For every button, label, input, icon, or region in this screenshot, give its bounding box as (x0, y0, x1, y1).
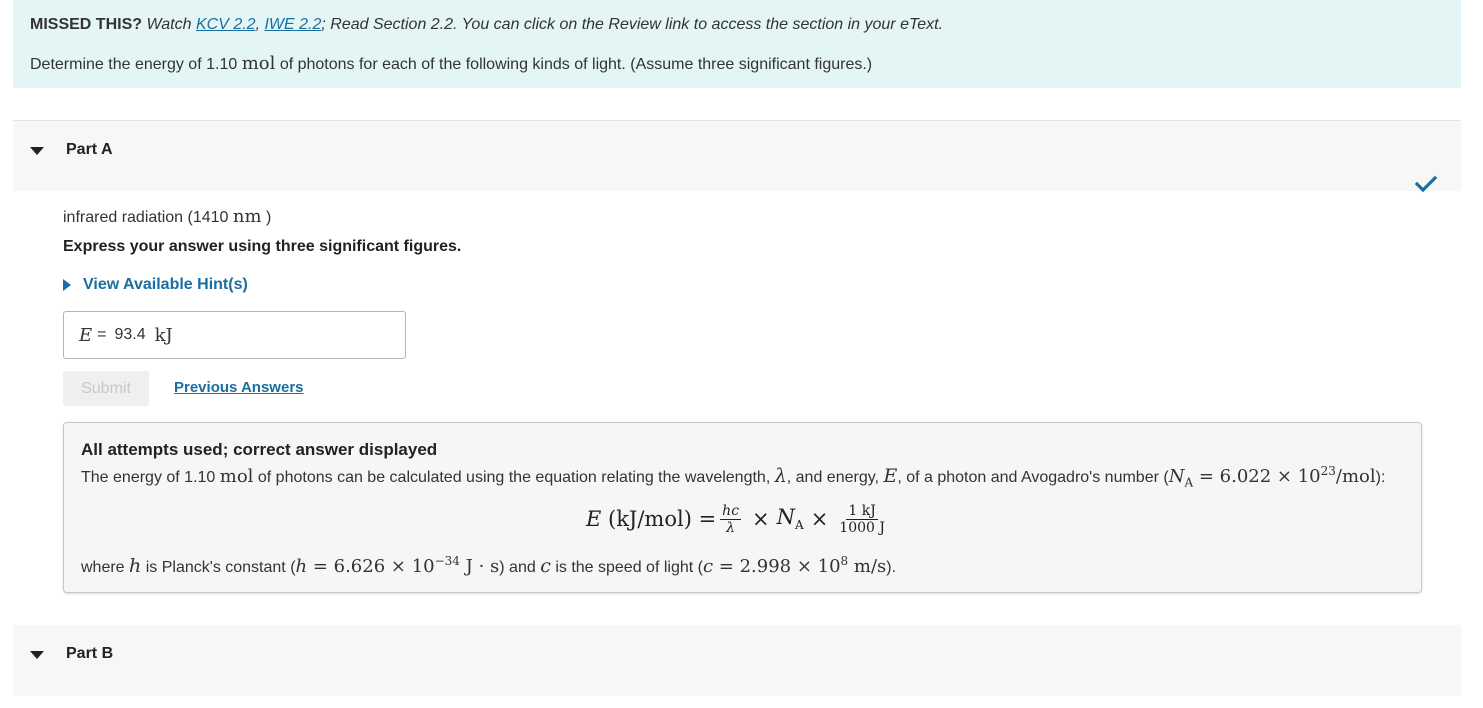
previous-answers-link[interactable]: Previous Answers (174, 379, 304, 396)
times-sign: × (752, 507, 770, 531)
watch-text: Watch (146, 16, 192, 33)
answer-unit: kJ (154, 324, 173, 346)
fb-text: where (81, 559, 125, 576)
correct-check-icon (1415, 175, 1437, 193)
feedback-explanation: The energy of 1.10 mol of photons can be… (81, 464, 1385, 490)
avogadro-expression: NA = 6.022 × 1023/mol (1168, 464, 1376, 490)
fb-lambda: λ (774, 465, 787, 487)
fraction-hc-over-lambda: hc λ (720, 502, 742, 536)
frac-denominator: λ (726, 519, 736, 536)
fb-text: ). (886, 559, 897, 576)
fraction-kj-over-j: 1 kJ 1000 J (839, 504, 885, 535)
iwe-link[interactable]: IWE 2.2 (264, 16, 321, 33)
prompt-post: ) (266, 209, 272, 226)
part-b-header[interactable]: Part B (13, 625, 1461, 696)
fb-text: is the speed of light ( (555, 559, 703, 576)
collapse-caret-icon[interactable] (30, 651, 44, 659)
expand-caret-icon (63, 279, 71, 291)
frac-numerator: hc (720, 502, 742, 520)
part-a-title: Part A (66, 141, 113, 158)
frac-denominator: 1000 J (839, 519, 885, 536)
fb-text: ) and (499, 559, 536, 576)
fb-text: ): (1375, 469, 1386, 486)
question-unit: mol (241, 53, 276, 74)
instruction-text: Express your answer using three signific… (63, 238, 462, 255)
intro-banner: MISSED THIS? Watch KCV 2.2, IWE 2.2; Rea… (13, 0, 1461, 88)
part-a-prompt: infrared radiation (1410 nm ) (63, 206, 271, 227)
question-pre: Determine the energy of 1.10 (30, 56, 238, 73)
question-text: Determine the energy of 1.10 mol of phot… (30, 53, 872, 74)
view-hints-toggle[interactable]: View Available Hint(s) (63, 276, 248, 294)
question-post: of photons for each of the following kin… (279, 56, 873, 73)
submit-button[interactable]: Submit (63, 371, 149, 406)
read-section-text: ; Read Section 2.2. You can click on the… (321, 16, 944, 33)
fb-text: , of a photon and Avogadro's number ( (897, 469, 1169, 486)
feedback-constants: where h is Planck's constant (h = 6.626 … (81, 554, 896, 577)
collapse-caret-icon[interactable] (30, 147, 44, 155)
answer-variable: E (79, 324, 93, 346)
planck-expression: h = 6.626 × 10−34 J · s (295, 554, 500, 577)
prompt-unit: nm (232, 206, 262, 227)
speed-of-light-expression: c = 2.998 × 108 m/s (702, 554, 887, 577)
answer-value: 93.4 (114, 326, 146, 343)
kcv-link[interactable]: KCV 2.2 (196, 16, 256, 33)
answer-field[interactable]: E = 93.4 kJ (63, 311, 406, 359)
energy-formula: E (kJ/mol) = hc λ × NA × 1 kJ 1000 J (586, 502, 885, 536)
fb-text: The energy of 1.10 (81, 469, 216, 486)
fb-h-var: h (129, 555, 142, 577)
fb-c-var: c (540, 555, 551, 577)
fb-text: is Planck's constant ( (145, 559, 296, 576)
answer-equals: = (97, 326, 107, 343)
fb-energy-var: E (883, 465, 898, 487)
fb-text: , and energy, (786, 469, 879, 486)
fb-unit: mol (219, 466, 254, 487)
part-b-title: Part B (66, 645, 114, 662)
prompt-pre: infrared radiation (1410 (63, 209, 229, 226)
part-a-header[interactable]: Part A (13, 120, 1461, 191)
fb-text: of photons can be calculated using the e… (257, 469, 771, 486)
missed-this-label: MISSED THIS? (30, 16, 143, 33)
view-hints-label: View Available Hint(s) (83, 276, 248, 293)
answer-feedback-box: All attempts used; correct answer displa… (63, 422, 1422, 593)
feedback-title: All attempts used; correct answer displa… (81, 440, 438, 459)
missed-this-line: MISSED THIS? Watch KCV 2.2, IWE 2.2; Rea… (30, 16, 944, 33)
frac-numerator: 1 kJ (846, 502, 878, 520)
